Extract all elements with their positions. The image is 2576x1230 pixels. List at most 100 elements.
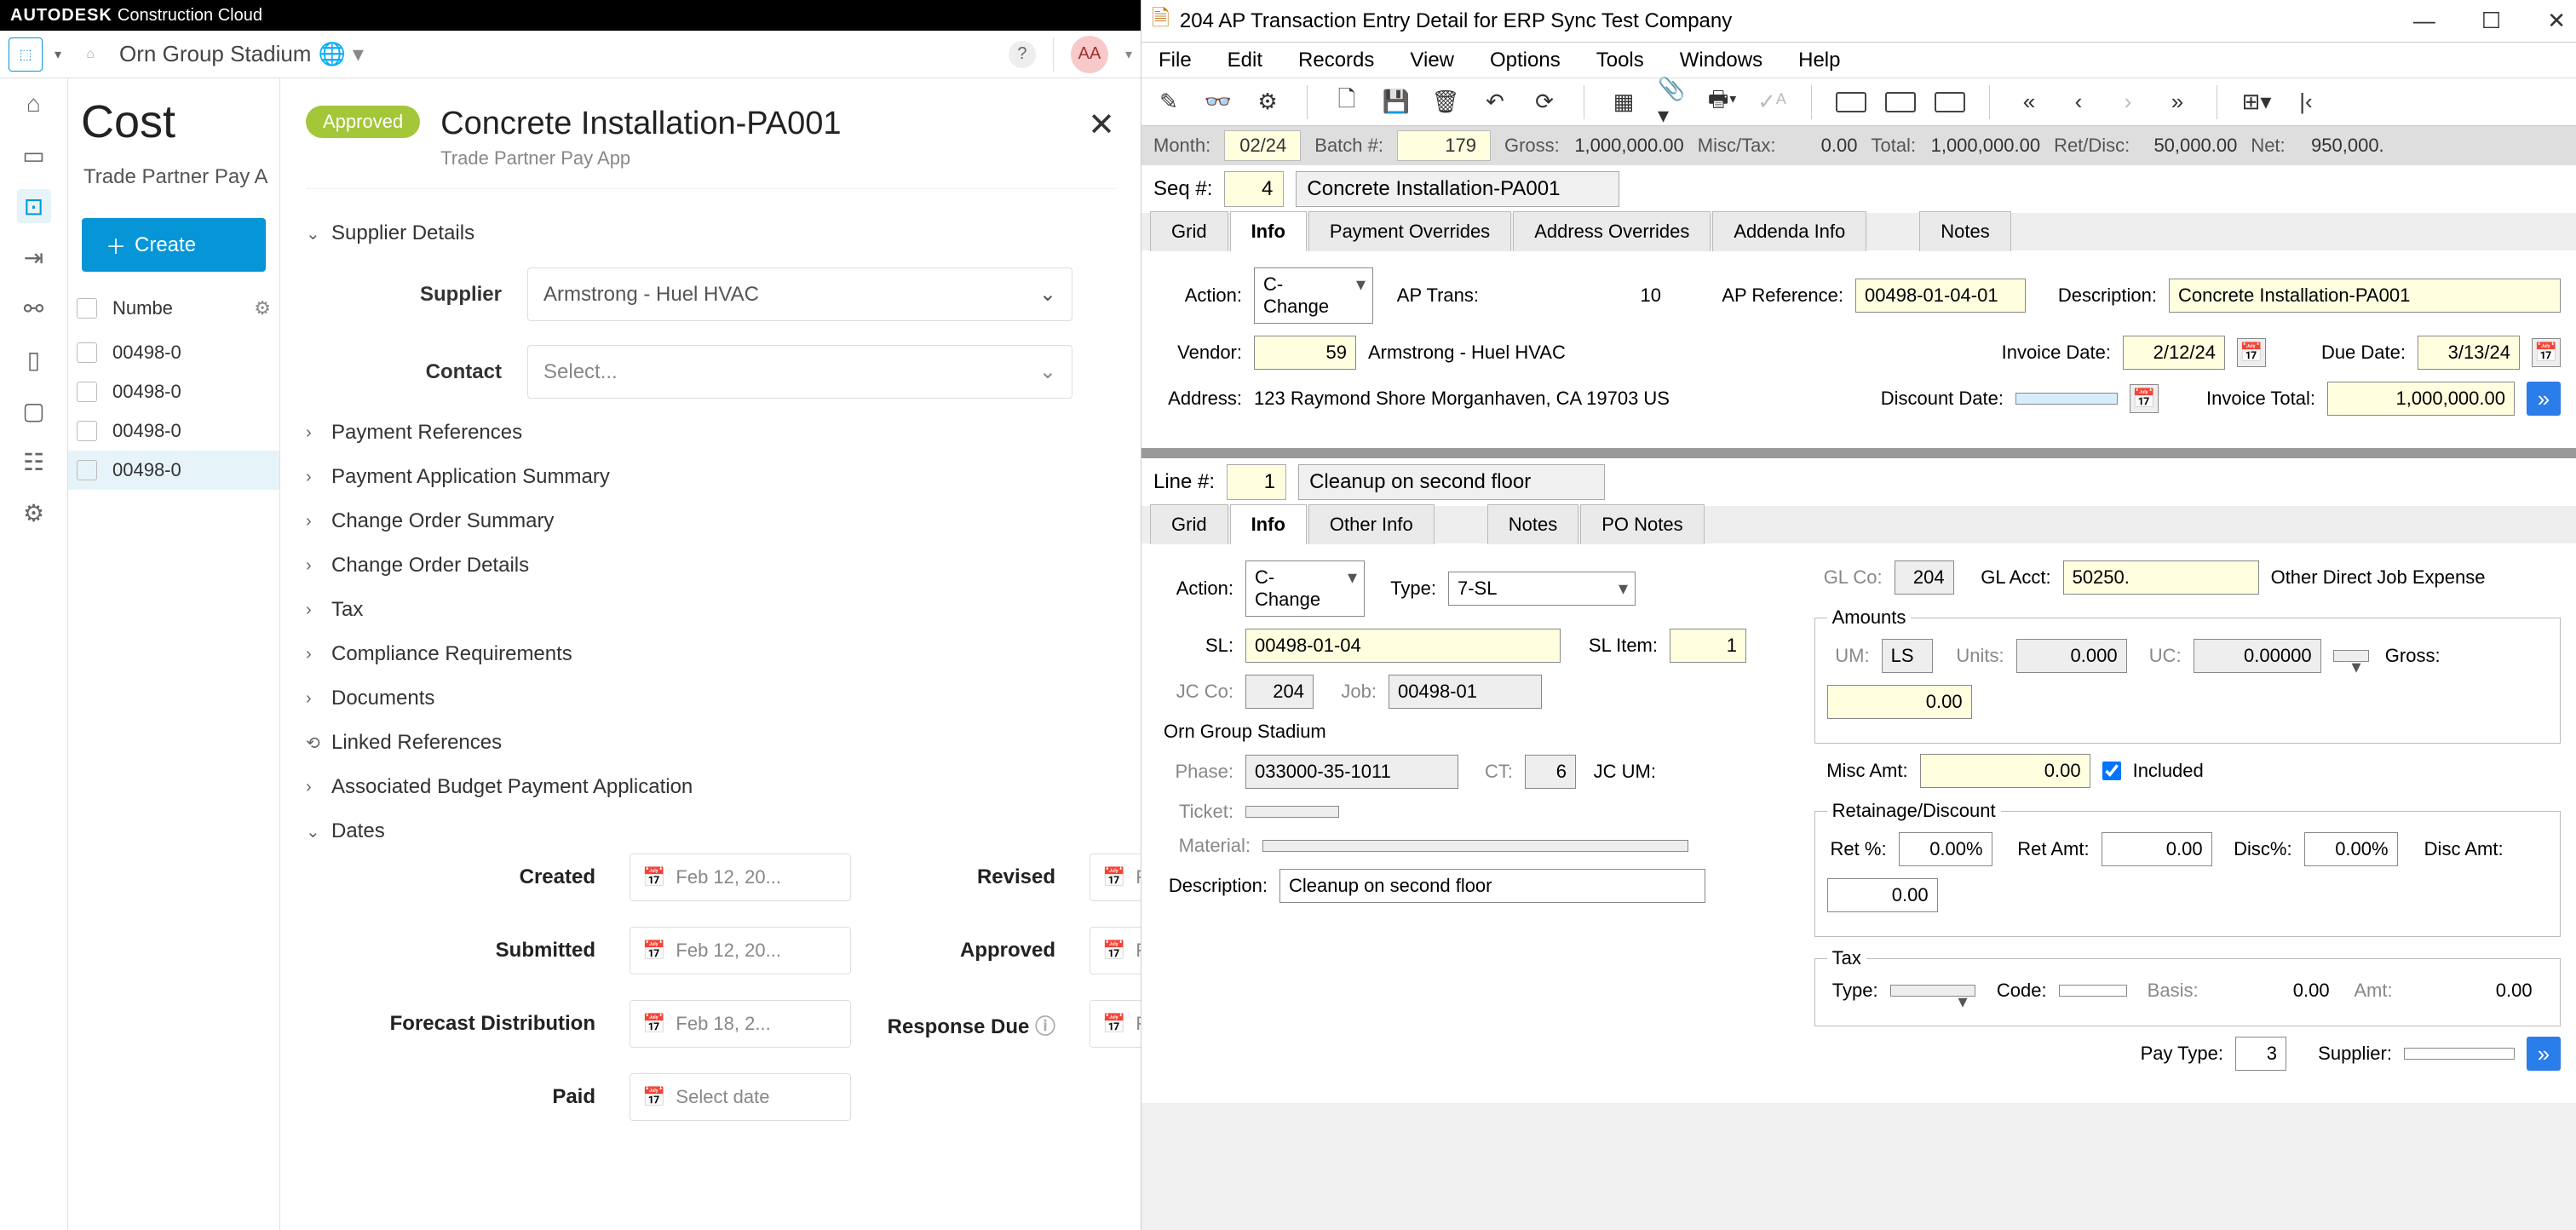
type-combo[interactable]: 7-SL [1448,572,1636,606]
included-checkbox[interactable] [2102,762,2121,780]
table-row[interactable]: 00498-0 [68,372,279,411]
discpct-input[interactable]: 0.00% [2304,832,2398,866]
approved-date[interactable]: 📅Feb 12, 20... [1090,927,1141,974]
revised-date[interactable]: 📅Feb 12, 20... [1090,854,1141,901]
menu-options[interactable]: Options [1490,49,1561,72]
retpct-input[interactable]: 0.00% [1899,832,1992,866]
tab-other-info[interactable]: Other Info [1308,504,1435,544]
new-icon[interactable]: 🗋 [1331,87,1362,118]
avatar[interactable]: AA [1071,36,1108,73]
tab-notes[interactable]: Notes [1487,504,1578,544]
section-pay-app-summary[interactable]: ›Payment Application Summary [306,455,1115,499]
line-input[interactable]: 1 [1227,464,1286,500]
next-icon[interactable]: › [2113,87,2143,118]
first-icon[interactable]: « [2014,87,2044,118]
row-checkbox[interactable] [77,382,97,402]
menu-file[interactable]: File [1159,49,1192,72]
table-row[interactable]: 00498-0 [68,333,279,372]
grid-icon[interactable]: ▦ [1608,87,1639,118]
retamt-input[interactable]: 0.00 [2102,832,2212,866]
ddesc-input[interactable]: Cleanup on second floor [1279,869,1705,903]
response-date[interactable]: 📅Feb 19, 20... [1090,1000,1141,1048]
home-icon[interactable]: ⌂ [17,87,51,121]
action-combo[interactable]: C-Change [1254,267,1373,324]
forecast-date[interactable]: 📅Feb 18, 2... [630,1000,851,1048]
menu-records[interactable]: Records [1298,49,1374,72]
glacct-input[interactable]: 50250. [2063,560,2259,595]
desc-input[interactable]: Concrete Installation-PA001 [2169,279,2561,313]
document-icon[interactable]: ▯ [17,342,51,376]
tab-grid[interactable]: Grid [1150,504,1228,544]
code-input[interactable] [2059,985,2127,997]
discdate-input[interactable] [2015,393,2118,405]
delete-icon[interactable]: 🗑 [1430,87,1461,118]
tab-grid[interactable]: Grid [1150,211,1228,251]
minimize-icon[interactable]: — [2413,8,2435,34]
home-icon[interactable]: ⌂ [73,37,107,72]
panel2-icon[interactable] [1885,87,1916,118]
taxtype-combo[interactable] [1890,985,1975,997]
attach-icon[interactable]: 📎▾ [1658,87,1688,118]
daction-combo[interactable]: C-Change [1245,560,1365,617]
section-co-details[interactable]: ›Change Order Details [306,543,1115,588]
binoculars-icon[interactable]: 👓 [1203,87,1233,118]
chevron-down-icon[interactable]: ▾ [55,46,61,63]
splitter[interactable] [1141,448,2576,458]
row-checkbox[interactable] [77,342,97,363]
payments-icon[interactable]: ⊡ [17,189,51,223]
section-dates[interactable]: ⌄Dates [306,809,1115,854]
last-icon[interactable]: » [2162,87,2193,118]
users-icon[interactable]: ☷ [17,445,51,479]
row-checkbox[interactable] [77,421,97,441]
undo-icon[interactable]: ↶ [1480,87,1510,118]
created-date[interactable]: 📅Feb 12, 20... [630,854,851,901]
expand-button[interactable]: » [2527,1037,2561,1071]
menu-help[interactable]: Help [1798,49,1840,72]
inv-input[interactable]: 2/12/24 [2123,336,2225,370]
apref-input[interactable]: 00498-01-04-01 [1855,279,2026,313]
print-icon[interactable]: 🖶▾ [1707,87,1738,118]
section-payment-refs[interactable]: ›Payment References [306,411,1115,455]
select-all-checkbox[interactable] [77,298,97,319]
tab-po-notes[interactable]: PO Notes [1580,504,1704,544]
table-row[interactable]: 00498-0 [68,411,279,451]
columns-gear-icon[interactable]: ⚙ [254,297,271,319]
project-name[interactable]: Orn Group Stadium 🌐 ▾ [119,41,364,67]
search-icon[interactable]: ⚯ [17,291,51,325]
close-icon[interactable]: ✕ [2547,8,2566,34]
submitted-date[interactable]: 📅Feb 12, 20... [630,927,851,974]
gear-icon[interactable]: ⚙ [1252,87,1283,118]
menu-tools[interactable]: Tools [1596,49,1644,72]
supplier2-input[interactable] [2404,1048,2515,1060]
seq-input[interactable]: 4 [1224,171,1284,207]
paid-date[interactable]: 📅Select date [630,1073,851,1121]
section-linked[interactable]: ⟲Linked References [306,721,1115,765]
menu-edit[interactable]: Edit [1228,49,1262,72]
info-icon[interactable]: ⓘ [1035,1015,1055,1038]
calendar-icon[interactable]: 📅 [2237,338,2266,367]
tab-addenda-info[interactable]: Addenda Info [1712,211,1866,251]
dashboard-icon[interactable]: ▭ [17,138,51,172]
menu-view[interactable]: View [1410,49,1454,72]
uc-combo[interactable] [2333,650,2369,662]
spellcheck-icon[interactable]: ✓ᴬ [1757,87,1787,118]
create-button[interactable]: ＋Create [82,218,266,272]
tab-payment-overrides[interactable]: Payment Overrides [1308,211,1511,251]
module-switcher[interactable]: ⬚ [9,37,43,72]
calendar-icon[interactable]: 📅 [2532,338,2561,367]
calendar-icon[interactable]: 📅 [2130,384,2159,413]
close-icon[interactable]: ✕ [1088,106,1115,144]
section-abpa[interactable]: ›Associated Budget Payment Application [306,765,1115,809]
gear-icon[interactable]: ⚙ [17,496,51,530]
tab-address-overrides[interactable]: Address Overrides [1513,211,1711,251]
paytype-input[interactable]: 3 [2235,1037,2286,1071]
panel3-icon[interactable] [1935,87,1965,118]
maximize-icon[interactable]: ☐ [2481,8,2501,34]
help-icon[interactable]: ? [1009,41,1036,68]
dgross-input[interactable]: 0.00 [1827,685,1972,719]
contact-select[interactable]: Select...⌄ [527,345,1072,399]
table-row[interactable]: 00498-0 [68,451,279,490]
section-documents[interactable]: ›Documents [306,676,1115,721]
refresh-icon[interactable]: ⟳ [1529,87,1560,118]
save-icon[interactable]: 💾 [1381,87,1412,118]
